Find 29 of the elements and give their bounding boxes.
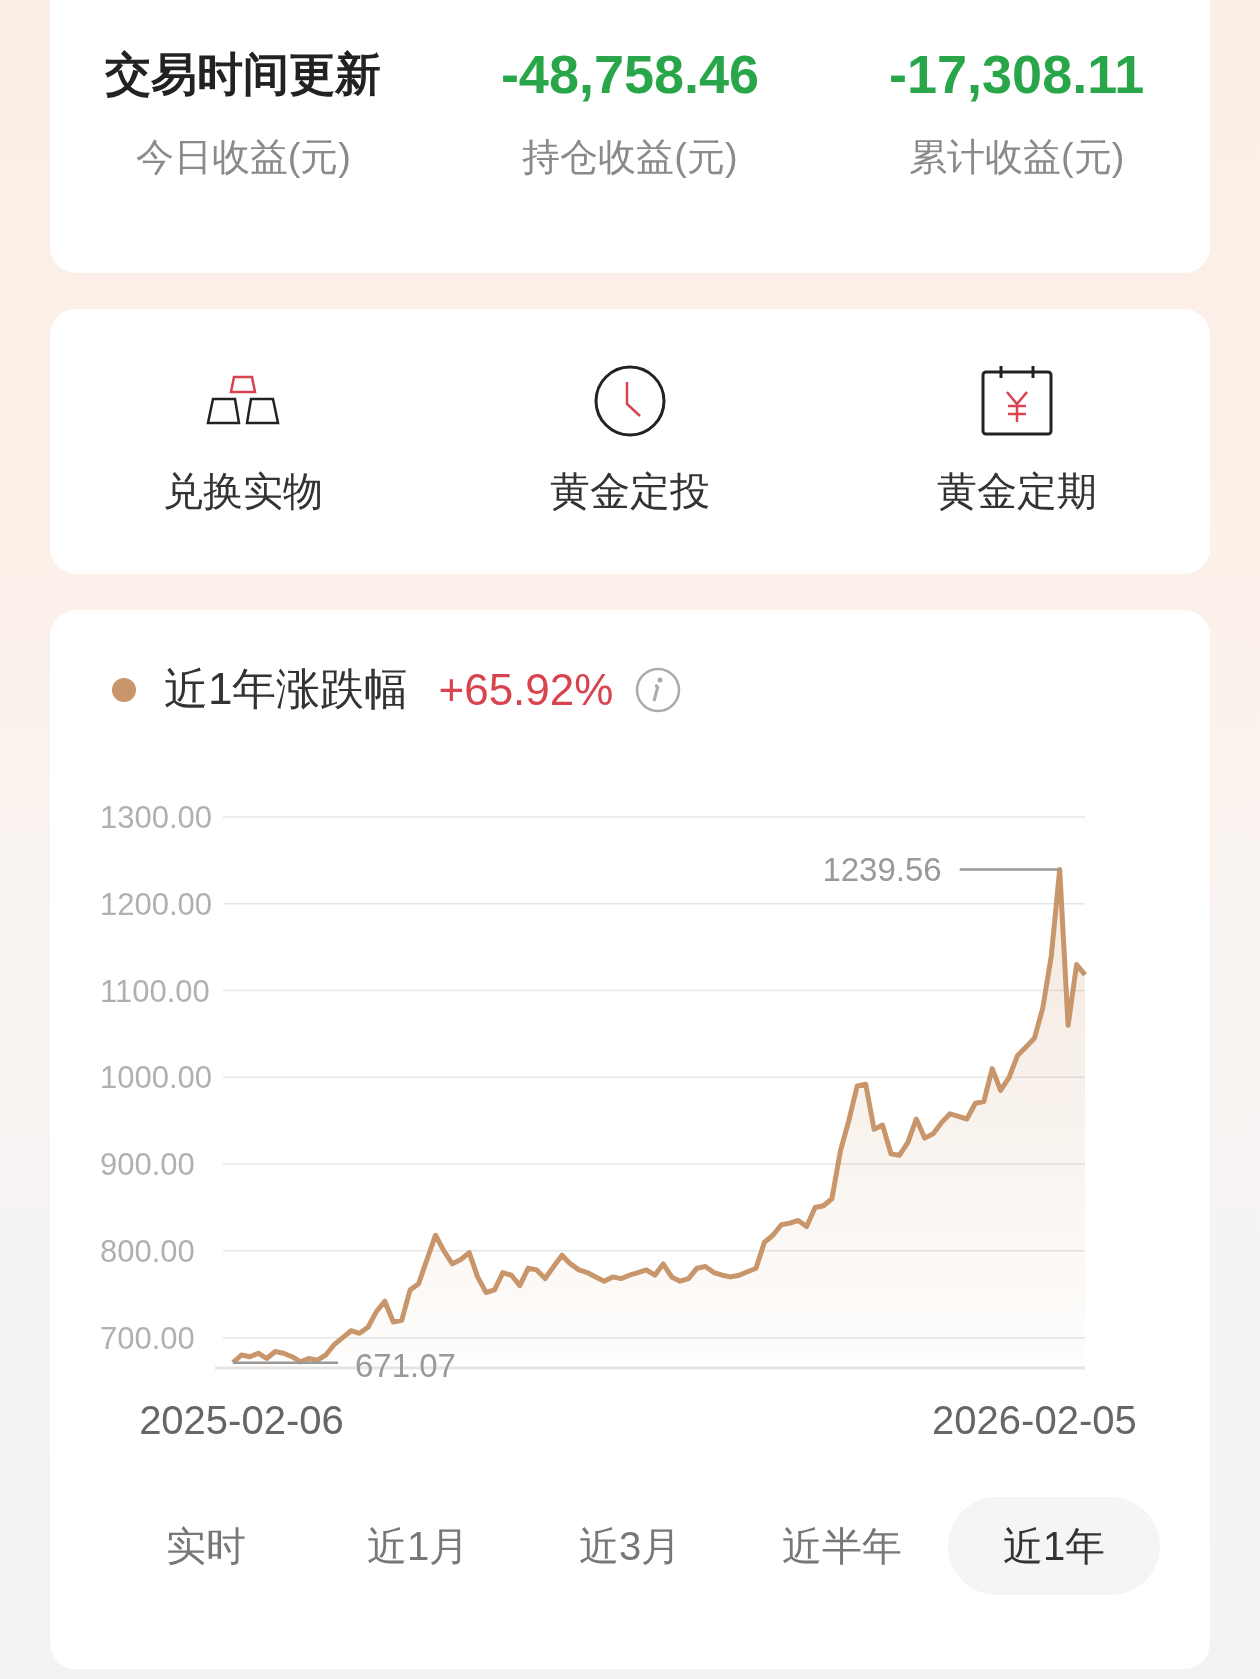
info-icon[interactable] — [635, 666, 682, 713]
chart-title: 近1年涨跌幅 — [164, 663, 409, 715]
y-axis-label: 1000.00 — [100, 1060, 213, 1096]
shortcut-button[interactable]: 兑换实物 — [50, 364, 437, 519]
clock-icon — [593, 364, 667, 438]
summary-value: -48,758.46 — [500, 43, 760, 106]
shortcut-button[interactable]: 黄金定投 — [436, 364, 824, 519]
summary-label: 累计收益(元) — [909, 135, 1125, 180]
period-tab[interactable]: 近1年 — [948, 1497, 1160, 1595]
y-axis-label: 1300.00 — [100, 800, 213, 835]
period-tab[interactable]: 实时 — [100, 1497, 312, 1595]
period-tab[interactable]: 近半年 — [736, 1497, 948, 1595]
summary-label: 今日收益(元) — [135, 135, 351, 180]
y-axis-label: 1100.00 — [100, 973, 210, 1009]
x-axis-label: 2026-02-05 — [932, 1398, 1137, 1442]
summary-value: -17,308.11 — [889, 43, 1145, 106]
shortcut-button[interactable]: 黄金定期 — [823, 364, 1210, 519]
summary-label: 持仓收益(元) — [522, 135, 738, 180]
period-tab[interactable]: 近1月 — [312, 1497, 524, 1595]
y-axis-label: 800.00 — [100, 1233, 195, 1269]
change-percent: +65.92% — [438, 664, 614, 715]
x-axis-label: 2025-02-06 — [139, 1398, 344, 1442]
min-value-label: 671.07 — [355, 1346, 456, 1384]
period-tab[interactable]: 近3月 — [524, 1497, 736, 1595]
y-axis-label: 700.00 — [100, 1320, 195, 1356]
max-value-label: 1239.56 — [822, 851, 942, 889]
y-axis-label: 900.00 — [100, 1147, 195, 1183]
y-axis-label: 1200.00 — [100, 886, 213, 922]
summary-value: 交易时间更新 — [105, 47, 382, 102]
